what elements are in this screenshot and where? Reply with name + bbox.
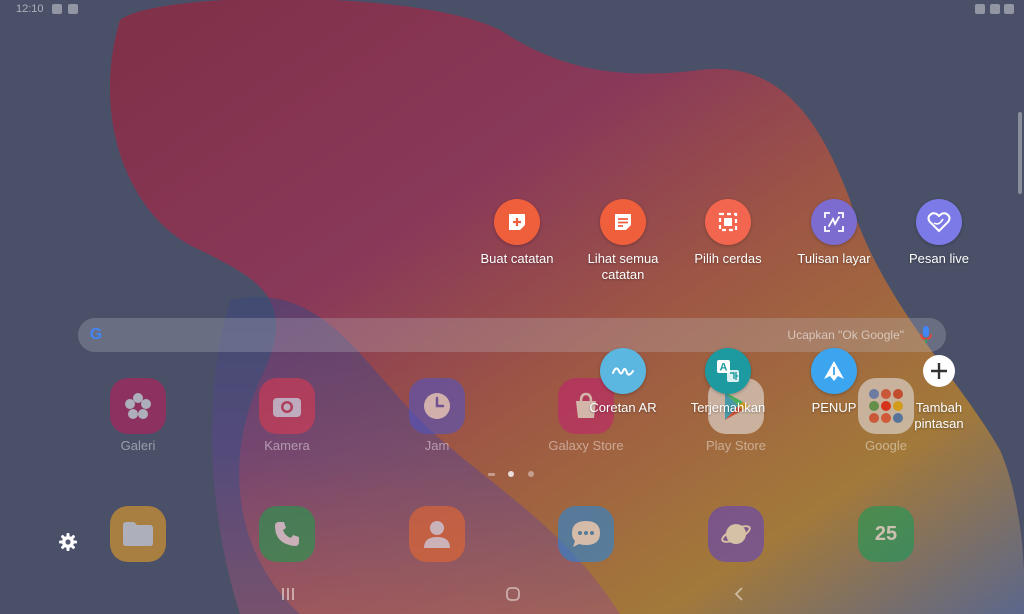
camera-icon [259, 378, 315, 434]
my-files-icon [110, 506, 166, 562]
air-command-view-all-notes[interactable]: Lihat semua catatan [568, 199, 678, 283]
air-command-label: Tulisan layar [797, 251, 871, 266]
dock-my-files[interactable] [88, 506, 188, 562]
messages-icon [558, 506, 614, 562]
air-command-translate[interactable]: A Terjemahkan [673, 348, 783, 416]
home-button[interactable] [505, 586, 521, 602]
back-button[interactable] [732, 586, 748, 602]
edge-panel-handle[interactable] [1018, 112, 1022, 194]
search-hint: Ucapkan "Ok Google" [787, 328, 904, 342]
smart-select-icon [705, 199, 751, 245]
signal-icon [990, 4, 1000, 14]
image-notification-icon [68, 4, 78, 14]
air-command-ar-doodle[interactable]: Coretan AR [568, 348, 678, 416]
page-dot-home [488, 473, 495, 476]
app-label: Play Store [706, 438, 766, 453]
air-command-screen-write[interactable]: Tulisan layar [779, 199, 889, 267]
app-clock[interactable]: Jam [387, 378, 487, 453]
app-label: Google [865, 438, 907, 453]
dock-internet[interactable] [686, 506, 786, 562]
clock-icon [409, 378, 465, 434]
live-message-icon [916, 199, 962, 245]
battery-icon [1004, 4, 1014, 14]
internet-icon [708, 506, 764, 562]
app-label: Galeri [120, 438, 156, 453]
create-note-icon [494, 199, 540, 245]
calendar-icon: 25 [858, 506, 914, 562]
translate-icon: A [705, 348, 751, 394]
google-search-bar[interactable]: G Ucapkan "Ok Google" [78, 318, 946, 352]
add-shortcut-icon [916, 348, 962, 394]
dock-phone[interactable] [237, 506, 337, 562]
app-label: Kamera [264, 438, 310, 453]
phone-icon [259, 506, 315, 562]
air-command-settings-icon[interactable] [58, 532, 78, 552]
air-command-label: Pilih cerdas [694, 251, 762, 266]
app-label: Jam [424, 438, 450, 453]
navigation-bar [0, 580, 1024, 614]
mic-icon[interactable] [920, 326, 932, 344]
air-command-live-message[interactable]: Pesan live [884, 199, 994, 267]
air-command-create-note[interactable]: Buat catatan [462, 199, 572, 267]
ar-doodle-icon [600, 348, 646, 394]
app-label: Galaxy Store [548, 438, 624, 453]
app-gallery[interactable]: Galeri [88, 378, 188, 453]
contacts-icon [409, 506, 465, 562]
air-command-label: Terjemahkan [690, 400, 766, 415]
app-camera[interactable]: Kamera [237, 378, 337, 453]
dock-messages[interactable] [536, 506, 636, 562]
air-command-add-shortcut[interactable]: Tambah pintasan [884, 348, 994, 432]
dock-calendar[interactable]: 25 [836, 506, 936, 562]
gallery-icon [110, 378, 166, 434]
view-notes-icon [600, 199, 646, 245]
svg-text:A: A [720, 362, 728, 374]
google-logo-icon: G [89, 326, 103, 343]
settings-notification-icon [52, 4, 62, 14]
page-dot [528, 471, 534, 477]
calendar-date: 25 [874, 522, 898, 545]
recents-button[interactable] [280, 586, 296, 602]
air-command-label: Lihat semua catatan [587, 251, 659, 282]
air-command-label: PENUP [811, 400, 857, 415]
air-command-label: Pesan live [909, 251, 969, 266]
air-command-label: Buat catatan [480, 251, 554, 266]
air-command-penup[interactable]: PENUP [779, 348, 889, 416]
dock-contacts[interactable] [387, 506, 487, 562]
status-time: 12:10 [16, 3, 44, 15]
air-command-smart-select[interactable]: Pilih cerdas [673, 199, 783, 267]
penup-icon [811, 348, 857, 394]
page-dot-active [508, 471, 514, 477]
mute-icon [975, 4, 985, 14]
screen-write-icon [811, 199, 857, 245]
status-bar: 12:10 [0, 0, 1024, 20]
air-command-label: Tambah pintasan [914, 400, 964, 431]
air-command-label: Coretan AR [589, 400, 657, 415]
